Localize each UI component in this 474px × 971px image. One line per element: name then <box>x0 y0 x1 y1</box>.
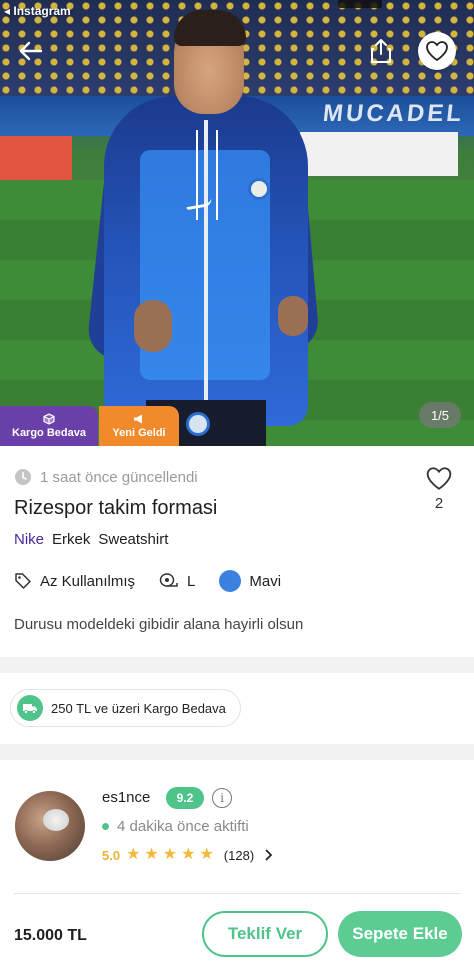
product-description: Durusu modeldeki gibidir alana hayirli o… <box>14 616 304 633</box>
back-arrow-icon <box>19 41 43 61</box>
updated-text: 1 saat önce güncellendi <box>40 468 198 486</box>
model-person <box>85 0 321 446</box>
star-icon: ★ <box>199 846 214 863</box>
color-swatch <box>219 570 242 592</box>
updated-time: 1 saat önce güncellendi <box>14 468 198 486</box>
product-image[interactable]: MUCADEL ◂ Instagram Kargo Bedava Yeni Ge… <box>0 0 474 446</box>
status-indicators <box>338 0 382 8</box>
category-link[interactable]: Sweatshirt <box>98 531 168 548</box>
product-price: 15.000 TL <box>14 927 87 944</box>
like-count: 2 <box>434 495 444 512</box>
section-divider <box>0 744 474 760</box>
add-to-cart-button[interactable]: Sepete Ekle <box>338 911 462 957</box>
seller-activity: 4 dakika önce aktifti <box>102 818 249 835</box>
product-title: Rizespor takim formasi <box>14 497 218 519</box>
measure-tape-icon <box>159 573 178 587</box>
chevron-right-icon <box>265 849 273 861</box>
ad-board-white <box>300 132 458 176</box>
section-divider <box>0 657 474 673</box>
clock-icon <box>15 469 31 485</box>
hair <box>174 10 246 46</box>
color-text: Mavi <box>249 572 282 590</box>
tag-icon <box>15 573 31 589</box>
hand <box>134 300 172 352</box>
seller-activity-text: 4 dakika önce aktifti <box>117 818 249 835</box>
online-dot <box>102 823 109 830</box>
size-attribute: L <box>159 572 195 590</box>
star-icon: ★ <box>144 846 159 863</box>
favorite-button[interactable] <box>418 32 456 70</box>
heart-icon <box>426 41 448 62</box>
megaphone-icon <box>134 414 142 424</box>
badge-new-arrival: Yeni Geldi <box>99 406 179 446</box>
size-text: L <box>187 572 196 590</box>
drawstring <box>216 130 218 220</box>
condition-attribute: Az Kullanılmış <box>14 572 135 590</box>
image-counter: 1/5 <box>419 402 461 428</box>
make-offer-button[interactable]: Teklif Ver <box>202 911 328 957</box>
truck-icon <box>23 704 37 714</box>
gender-link[interactable]: Erkek <box>52 531 90 548</box>
hoodie-zip <box>204 120 208 420</box>
hand <box>278 296 308 336</box>
back-button[interactable] <box>14 36 48 66</box>
avatar-detail <box>43 809 69 831</box>
brand-link[interactable]: Nike <box>14 531 44 548</box>
status-back-app[interactable]: ◂ Instagram <box>4 4 71 18</box>
product-tags: Nike Erkek Sweatshirt <box>14 531 168 548</box>
truck-icon-circle <box>17 695 43 721</box>
badge-free-shipping: Kargo Bedava <box>0 406 98 446</box>
review-count: (128) <box>223 847 255 863</box>
ad-board <box>0 136 72 182</box>
share-icon <box>371 39 391 63</box>
star-icon: ★ <box>181 846 196 863</box>
like-button[interactable]: 2 <box>422 466 456 512</box>
stadium-banner-text: MUCADEL <box>321 100 466 127</box>
seller-avatar[interactable] <box>15 791 85 861</box>
shipping-info-pill[interactable]: 250 TL ve üzeri Kargo Bedava <box>10 689 241 727</box>
color-attribute: Mavi <box>219 570 281 592</box>
status-back-label[interactable]: ◂ Instagram <box>4 4 71 18</box>
heart-icon <box>426 467 452 490</box>
condition-text: Az Kullanılmış <box>40 572 136 590</box>
badge-new-arrival-label: Yeni Geldi <box>112 427 166 439</box>
box-icon <box>43 413 55 425</box>
separator-line <box>14 893 460 894</box>
product-attributes: Az Kullanılmış L Mavi <box>14 570 305 592</box>
star-icon: ★ <box>126 846 141 863</box>
seller-score-badge: 9.2 <box>166 787 204 809</box>
badge-free-shipping-label: Kargo Bedava <box>12 427 86 439</box>
shipping-info-text: 250 TL ve üzeri Kargo Bedava <box>51 700 226 716</box>
club-crest-small <box>186 412 210 436</box>
seller-name[interactable]: es1nce <box>102 789 150 806</box>
club-crest <box>248 178 270 200</box>
star-icon: ★ <box>162 846 178 863</box>
info-icon[interactable]: i <box>212 788 232 808</box>
seller-rating[interactable]: 5.0 ★ ★ ★ ★ ★ (128) <box>102 846 273 863</box>
rating-value: 5.0 <box>102 847 121 863</box>
share-button[interactable] <box>366 34 396 68</box>
